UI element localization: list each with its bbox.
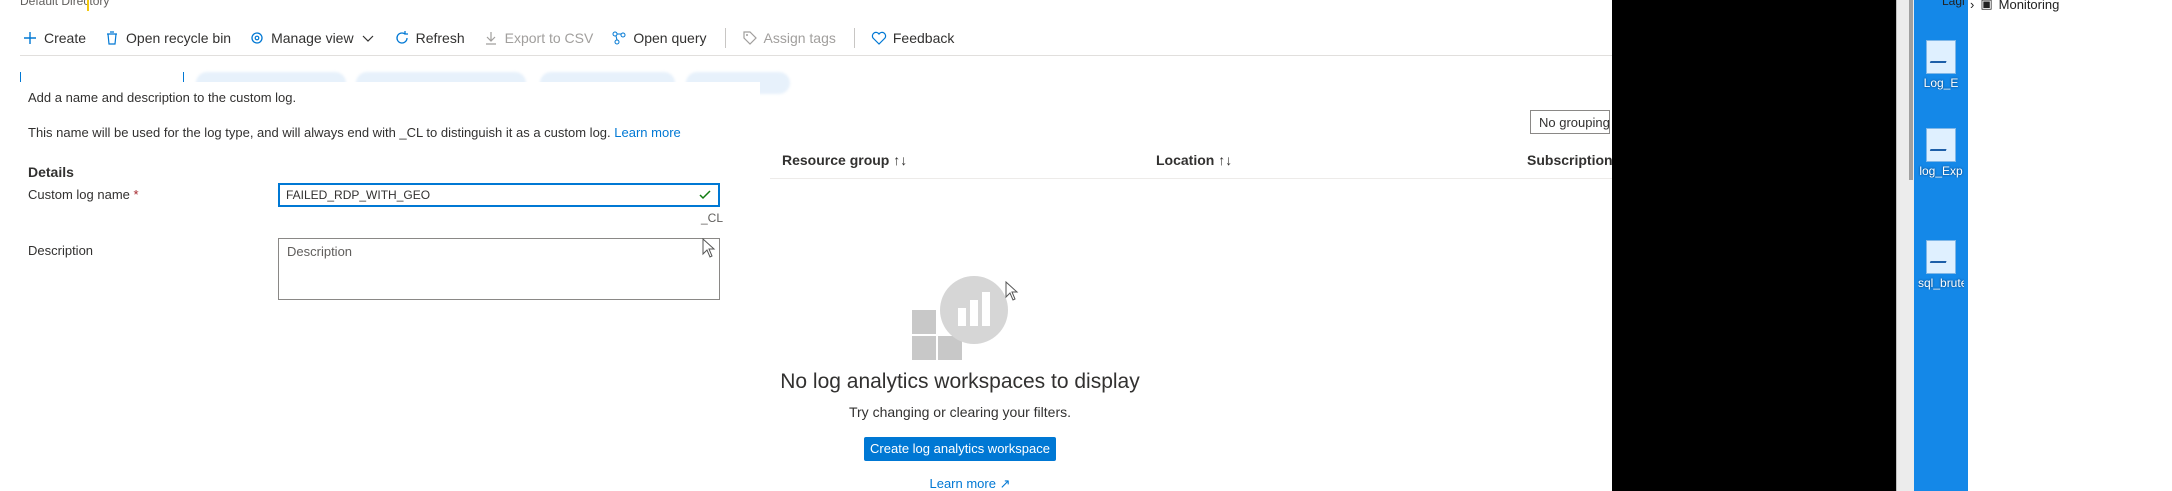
desktop-icon-label: log_Exp (1919, 164, 1963, 178)
assign-tags-label: Assign tags (763, 30, 836, 46)
custom-log-suffix: _CL (701, 211, 724, 225)
refresh-button[interactable]: Refresh (394, 30, 465, 46)
create-workspace-button[interactable]: Create log analytics workspace (864, 437, 1056, 461)
assign-tags-button[interactable]: Assign tags (742, 30, 836, 46)
explorer-item-monitoring[interactable]: › ▣ Monitoring (1970, 0, 2059, 12)
azure-portal: Default Directory Create Open recycle bi… (0, 0, 1612, 491)
text-cursor (87, 0, 89, 11)
external-link-icon: ↗ (999, 476, 1011, 491)
desktop-cut-label: Lagi (1942, 0, 1965, 8)
column-header-location[interactable]: Location ↑↓ (1156, 152, 1232, 168)
log-analytics-icon (912, 276, 1008, 360)
heart-icon (871, 31, 887, 45)
table-header-divider (770, 178, 1612, 179)
tag-icon (742, 31, 757, 45)
description-label: Description (28, 243, 94, 258)
column-header-label: Location (1156, 152, 1215, 168)
create-label: Create (44, 30, 87, 46)
download-icon (485, 32, 496, 45)
explorer-pane: › ▣ Monitoring (1968, 0, 2172, 491)
directory-label: Default Directory (20, 0, 110, 8)
manage-view-button[interactable]: Manage view (249, 30, 376, 46)
checkmark-icon (699, 190, 711, 200)
toolbar-separator (853, 28, 855, 48)
open-query-label: Open query (633, 30, 707, 46)
desktop-icon-label: sql_brute (1918, 276, 1964, 290)
empty-state-title: No log analytics workspaces to display (780, 370, 1140, 393)
sort-icon: ↑↓ (1218, 152, 1233, 168)
mouse-pointer-icon (1005, 281, 1019, 301)
query-icon (612, 31, 626, 45)
custom-log-name-label: Custom log name * (28, 187, 139, 202)
required-mark: * (133, 187, 139, 202)
learn-more-label: Learn more (929, 476, 996, 491)
recycle-bin-label: Open recycle bin (126, 30, 232, 46)
open-query-button[interactable]: Open query (611, 30, 707, 46)
desktop-area: Log_E log_Exp sql_brute (1914, 0, 1968, 491)
description-input[interactable]: Description (278, 238, 720, 300)
scrollbar-thumb[interactable] (1909, 0, 1913, 180)
custom-log-name-value: FAILED_RDP_WITH_GEO (286, 188, 431, 202)
plus-icon (24, 32, 36, 44)
details-heading: Details (28, 164, 74, 180)
column-header-resource-group[interactable]: Resource group ↑↓ (782, 152, 907, 168)
feedback-label: Feedback (892, 30, 955, 46)
mouse-pointer-icon (702, 238, 716, 258)
toolbar-divider (20, 55, 1612, 56)
desktop-icon[interactable]: Log_E (1918, 40, 1964, 90)
feedback-button[interactable]: Feedback (871, 30, 954, 46)
custom-log-name-input[interactable]: FAILED_RDP_WITH_GEO (278, 183, 720, 207)
panel-learn-more-link[interactable]: Learn more (614, 125, 680, 140)
panel-info-text: This name will be used for the log type,… (28, 125, 611, 140)
recycle-bin-icon (107, 31, 118, 45)
desktop-icon[interactable]: sql_brute (1918, 240, 1964, 290)
export-csv-label: Export to CSV (504, 30, 594, 46)
learn-more-link[interactable]: Learn more ↗ (920, 476, 1020, 491)
screen-gap (1612, 0, 1896, 491)
panel-info: This name will be used for the log type,… (28, 125, 681, 140)
desktop-icon-label: Log_E (1923, 76, 1959, 90)
manage-view-label: Manage view (271, 30, 354, 46)
sort-icon: ↑↓ (893, 152, 908, 168)
panel-intro: Add a name and description to the custom… (28, 90, 297, 105)
powershell-file-icon (1926, 240, 1956, 274)
recycle-bin-button[interactable]: Open recycle bin (104, 30, 231, 46)
chevron-down-icon (362, 35, 374, 42)
refresh-label: Refresh (415, 30, 465, 46)
custom-log-name-label-text: Custom log name (28, 187, 130, 202)
grouping-select[interactable]: No grouping (1530, 110, 1610, 134)
column-header-label: Subscription (1527, 152, 1612, 168)
desktop-icon[interactable]: log_Exp (1918, 128, 1964, 178)
toolbar-separator (724, 28, 726, 48)
create-button[interactable]: Create (22, 30, 86, 46)
chevron-right-icon: › (1970, 0, 1975, 12)
export-csv-button[interactable]: Export to CSV (483, 30, 594, 46)
powershell-file-icon (1926, 128, 1956, 162)
folder-icon: ▣ (1980, 0, 1993, 11)
powershell-file-icon (1926, 40, 1956, 74)
command-bar: Create Open recycle bin Manage view Refr… (22, 26, 972, 50)
empty-state-subtitle: Try changing or clearing your filters. (848, 404, 1072, 420)
column-header-label: Resource group (782, 152, 890, 168)
gear-icon (251, 32, 263, 44)
refresh-icon (395, 31, 408, 44)
explorer-item-label: Monitoring (1998, 0, 2060, 12)
column-header-subscription[interactable]: Subscription (1527, 152, 1612, 168)
